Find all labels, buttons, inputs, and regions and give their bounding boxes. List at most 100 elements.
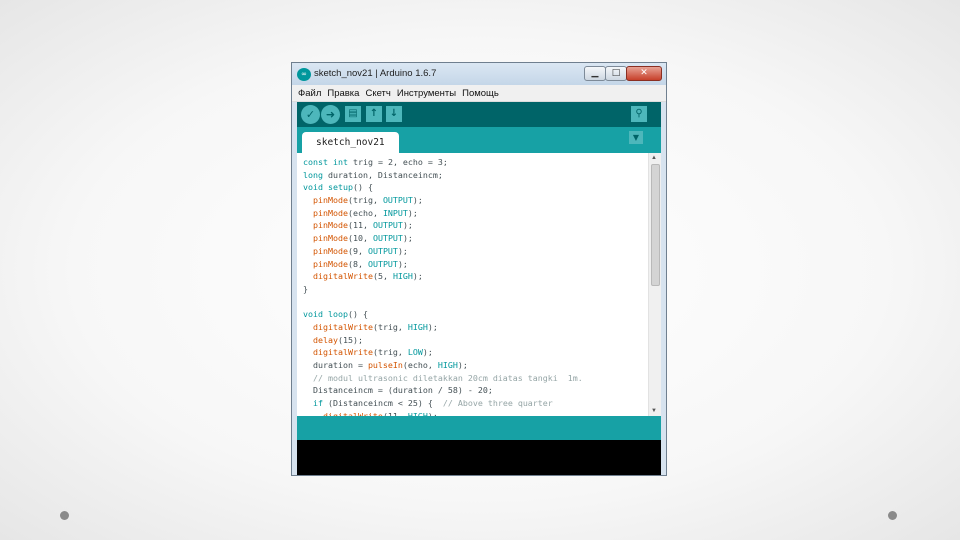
code-token: (trig,: [347, 195, 383, 206]
scroll-thumb[interactable]: [651, 164, 660, 286]
arduino-logo-icon: ∞: [297, 68, 311, 81]
code-line: pinMode(11, OUTPUT);: [303, 219, 647, 232]
code-token: pinMode: [313, 245, 348, 256]
code-line: pinMode(9, OUTPUT);: [303, 245, 647, 258]
code-line: long duration, Distanceincm;: [303, 169, 647, 182]
new-button[interactable]: ▤: [345, 106, 361, 122]
arrow-right-icon: ➜: [325, 108, 336, 121]
code-token: (echo,: [347, 207, 383, 218]
code-token: HIGH: [437, 360, 458, 370]
code-token: );: [457, 360, 468, 370]
code-line: Distanceincm = (duration / 58) - 20;: [303, 384, 647, 397]
code-token: HIGH: [392, 271, 413, 282]
upload-button[interactable]: ➜: [321, 105, 340, 124]
code-token: (11,: [347, 220, 373, 231]
menu-tools[interactable]: Инструменты: [397, 88, 456, 99]
code-token: pinMode: [313, 195, 348, 206]
tab-bar: sketch_nov21 ▼: [297, 127, 661, 153]
code-line: // modul ultrasonic diletakkan 20cm diat…: [303, 372, 647, 385]
code-token: duration, Distanceincm;: [322, 169, 443, 180]
code-token: delay: [313, 334, 338, 345]
code-line: void setup() {: [303, 181, 647, 194]
code-token: digitalWrite: [313, 321, 373, 332]
serial-monitor-button[interactable]: ⚲: [631, 106, 647, 122]
code-content[interactable]: const int trig = 2, echo = 3; long durati…: [303, 156, 647, 416]
code-token: void: [303, 309, 323, 320]
code-token: );: [412, 195, 423, 206]
code-token: pinMode: [313, 220, 348, 231]
code-token: OUTPUT: [372, 233, 403, 244]
code-token: pinMode: [313, 207, 348, 218]
code-token: trig = 2, echo = 3;: [347, 157, 448, 167]
code-token: digitalWrite: [313, 271, 373, 282]
code-token: LOW: [407, 347, 423, 358]
slide-dot-right: [888, 511, 897, 520]
code-token: const: [303, 157, 333, 167]
code-token: duration =: [303, 360, 368, 370]
code-token: );: [422, 347, 433, 358]
code-line: pinMode(echo, INPUT);: [303, 207, 647, 220]
toolbar: ✓ ➜ ▤ ↑ ↓ ⚲: [297, 102, 661, 127]
arrow-up-icon: ↑: [369, 108, 379, 119]
minimize-button[interactable]: ▁: [584, 66, 606, 81]
console-output[interactable]: [297, 440, 661, 475]
window-title: sketch_nov21 | Arduino 1.6.7: [314, 68, 437, 79]
code-token: if: [313, 398, 323, 409]
code-token: Distanceincm = (duration / 58) - 20;: [303, 385, 493, 396]
code-token: }: [303, 283, 308, 294]
open-button[interactable]: ↑: [366, 106, 382, 122]
menu-edit[interactable]: Правка: [327, 88, 359, 99]
arduino-ide-window: ∞ sketch_nov21 | Arduino 1.6.7 ▁ □ ✕ Фай…: [291, 62, 667, 476]
code-line: pinMode(8, OUTPUT);: [303, 258, 647, 271]
scroll-down-icon[interactable]: ▼: [651, 408, 657, 414]
verify-button[interactable]: ✓: [301, 105, 320, 124]
code-token: (11,: [382, 410, 408, 416]
close-button[interactable]: ✕: [626, 66, 662, 81]
code-token: OUTPUT: [372, 220, 403, 231]
tab-menu-button[interactable]: ▼: [629, 131, 643, 144]
title-bar[interactable]: ∞ sketch_nov21 | Arduino 1.6.7 ▁ □ ✕: [292, 63, 666, 85]
code-token: digitalWrite: [322, 410, 383, 416]
editor-scrollbar[interactable]: ▲ ▼: [648, 153, 661, 416]
code-token: // modul ultrasonic diletakkan 20cm diat…: [303, 372, 583, 383]
menu-file[interactable]: Файл: [298, 88, 321, 99]
code-token: );: [397, 245, 408, 256]
status-bar: [297, 416, 661, 440]
new-file-icon: ▤: [348, 108, 358, 119]
code-token: (Distanceincm < 25) {: [323, 398, 443, 409]
checkmark-icon: ✓: [305, 108, 316, 121]
code-token: OUTPUT: [367, 258, 398, 269]
code-line: digitalWrite(11, HIGH);: [303, 410, 647, 416]
code-token: loop: [327, 309, 348, 320]
scroll-up-icon[interactable]: ▲: [651, 155, 657, 161]
code-line: digitalWrite(5, HIGH);: [303, 270, 647, 283]
code-token: int: [332, 157, 348, 167]
code-line: delay(15);: [303, 334, 647, 347]
code-token: pinMode: [313, 258, 348, 269]
menu-sketch[interactable]: Скетч: [365, 88, 390, 99]
magnifier-icon: ⚲: [635, 108, 643, 119]
code-token: );: [412, 271, 423, 282]
code-editor[interactable]: const int trig = 2, echo = 3; long durati…: [297, 153, 661, 416]
code-token: (5,: [372, 271, 393, 282]
menu-help[interactable]: Помощь: [462, 88, 499, 99]
arrow-down-icon: ↓: [389, 108, 399, 119]
code-token: );: [402, 220, 413, 231]
tab-sketch[interactable]: sketch_nov21: [302, 132, 399, 153]
code-line: }: [303, 283, 647, 296]
chevron-down-icon: ▼: [632, 133, 640, 142]
maximize-button[interactable]: □: [605, 66, 627, 81]
code-token: (9,: [347, 245, 368, 256]
code-token: () {: [352, 182, 373, 193]
code-token: OUTPUT: [382, 195, 413, 206]
save-button[interactable]: ↓: [386, 106, 402, 122]
